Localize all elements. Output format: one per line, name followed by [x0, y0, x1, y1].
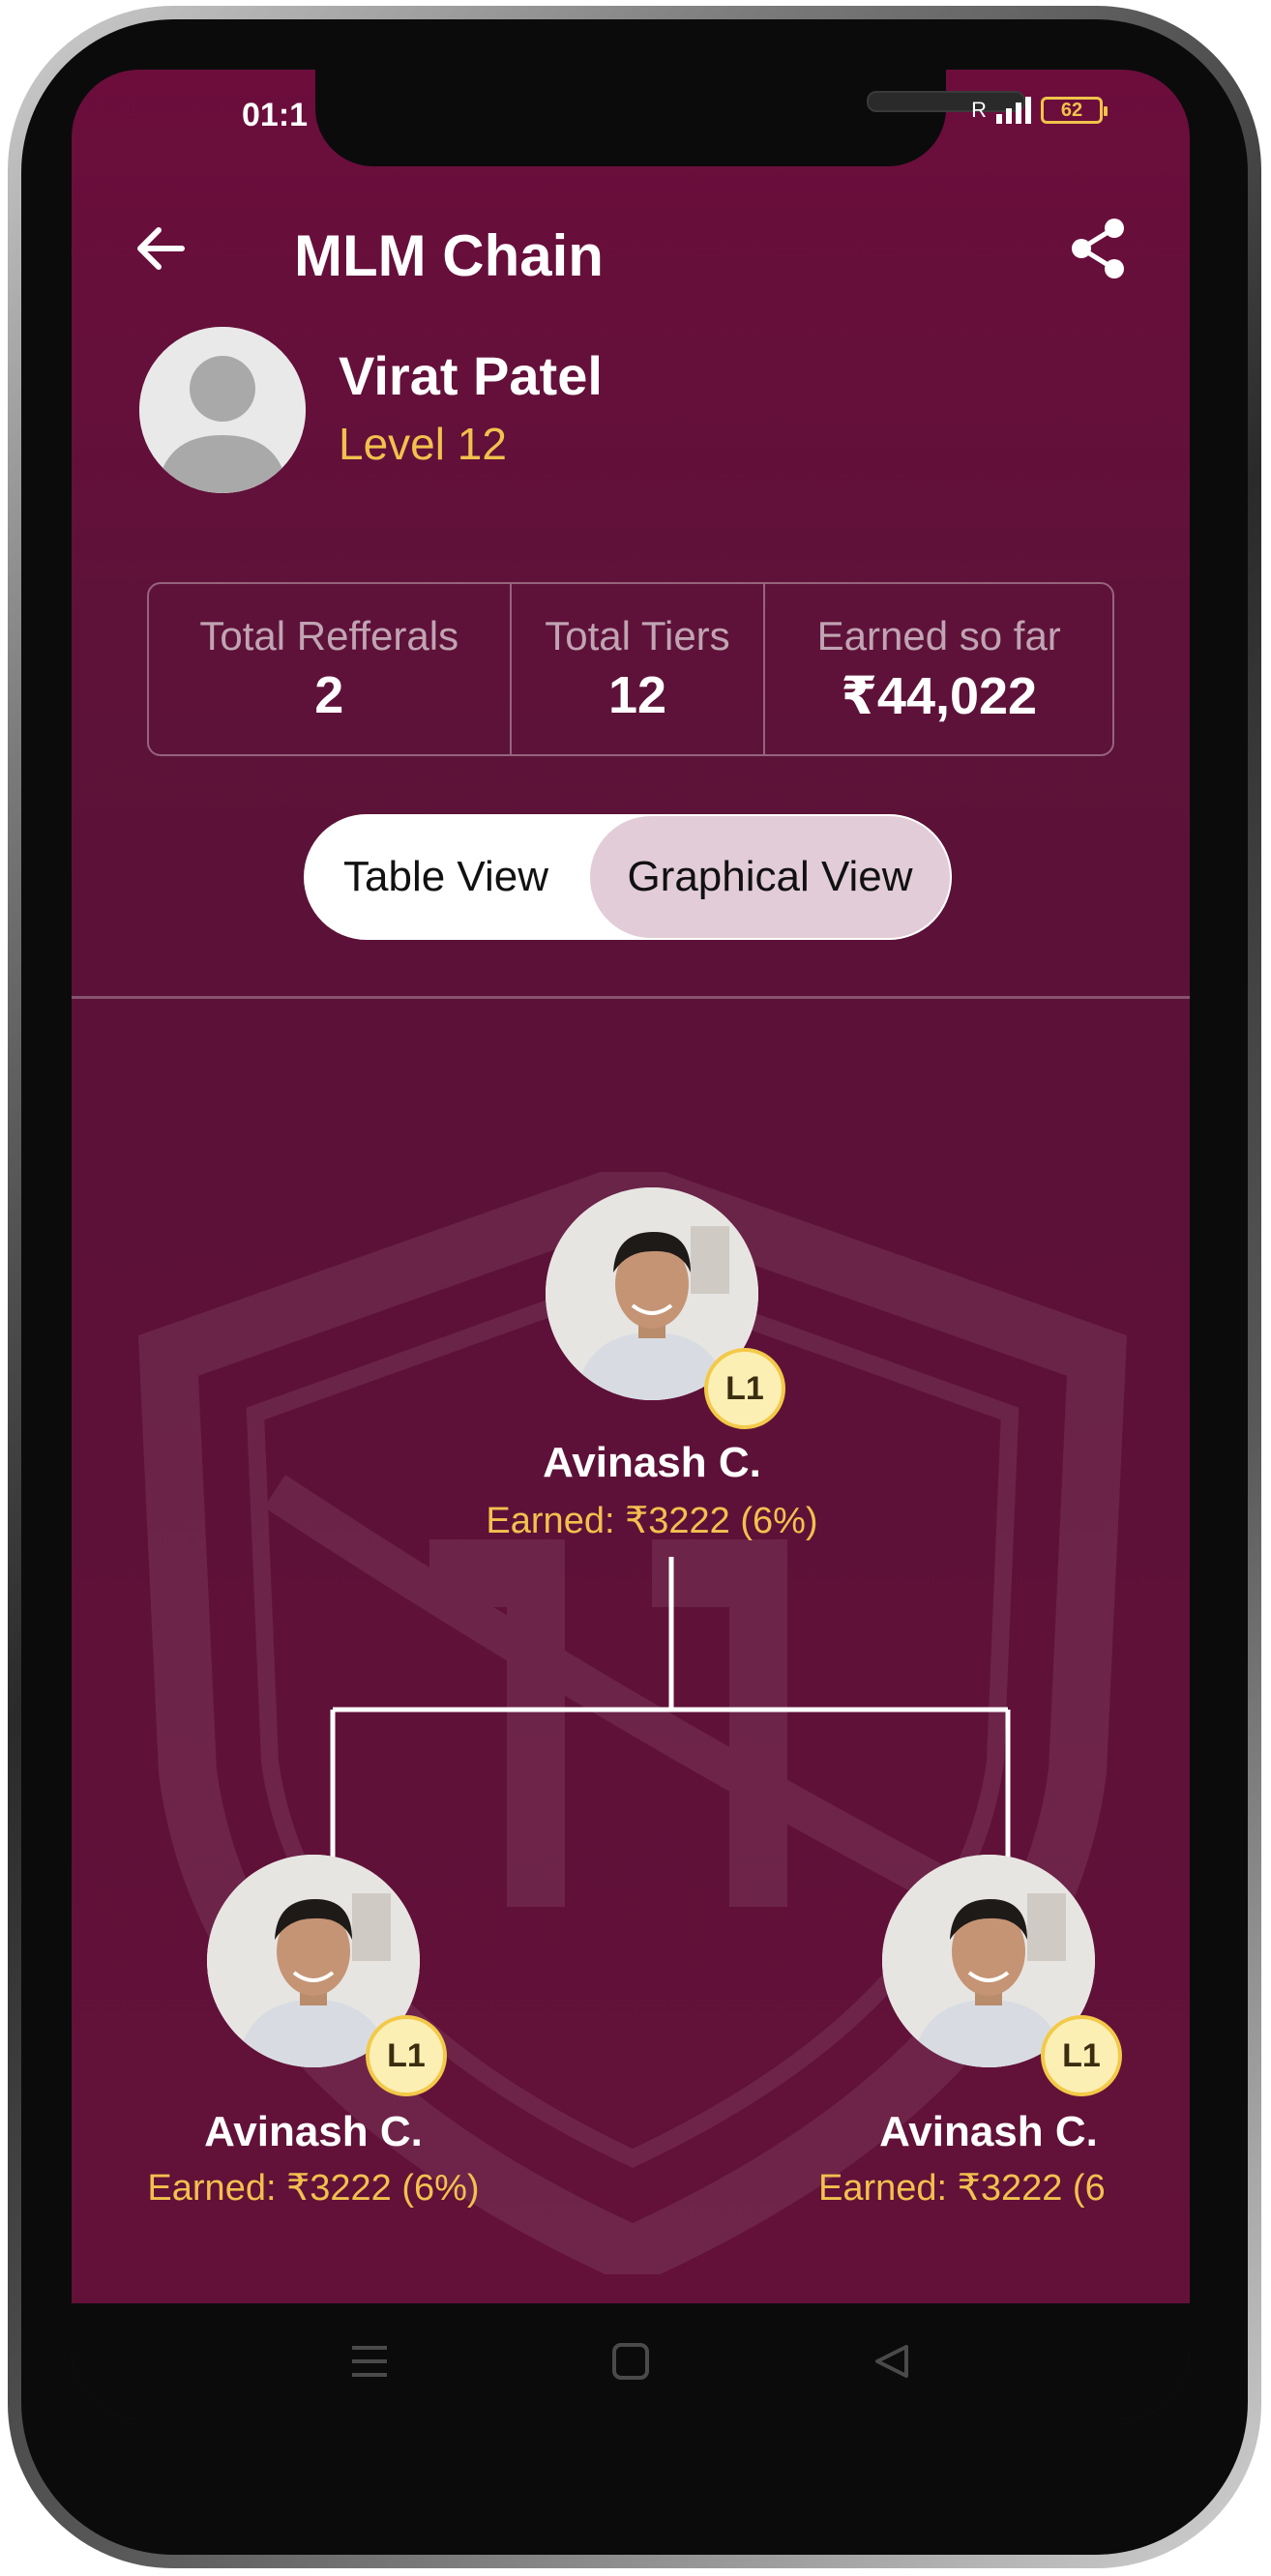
level-badge: L1	[704, 1348, 785, 1429]
member-earned: Earned: ₹3222 (6%)	[147, 2168, 480, 2209]
member-earned: Earned: ₹3222 (6%)	[486, 1501, 818, 1541]
system-navigation-bar	[72, 2303, 1190, 2419]
menu-lines-icon	[352, 2346, 387, 2377]
app-screen: 01:1 R 62 MLM Chain Virat Patel Level 12…	[72, 70, 1190, 2419]
level-badge: L1	[1041, 2015, 1122, 2096]
member-name: Avinash C.	[543, 1439, 761, 1486]
home-button[interactable]	[602, 2332, 660, 2390]
level-badge: L1	[366, 2015, 447, 2096]
member-name: Avinash C.	[204, 2108, 423, 2155]
square-icon	[612, 2343, 649, 2380]
triangle-back-icon	[875, 2345, 908, 2378]
member-name: Avinash C.	[879, 2108, 1098, 2155]
recent-apps-button[interactable]	[340, 2332, 399, 2390]
back-nav-button[interactable]	[863, 2332, 921, 2390]
member-earned: Earned: ₹3222 (6	[818, 2168, 1106, 2209]
